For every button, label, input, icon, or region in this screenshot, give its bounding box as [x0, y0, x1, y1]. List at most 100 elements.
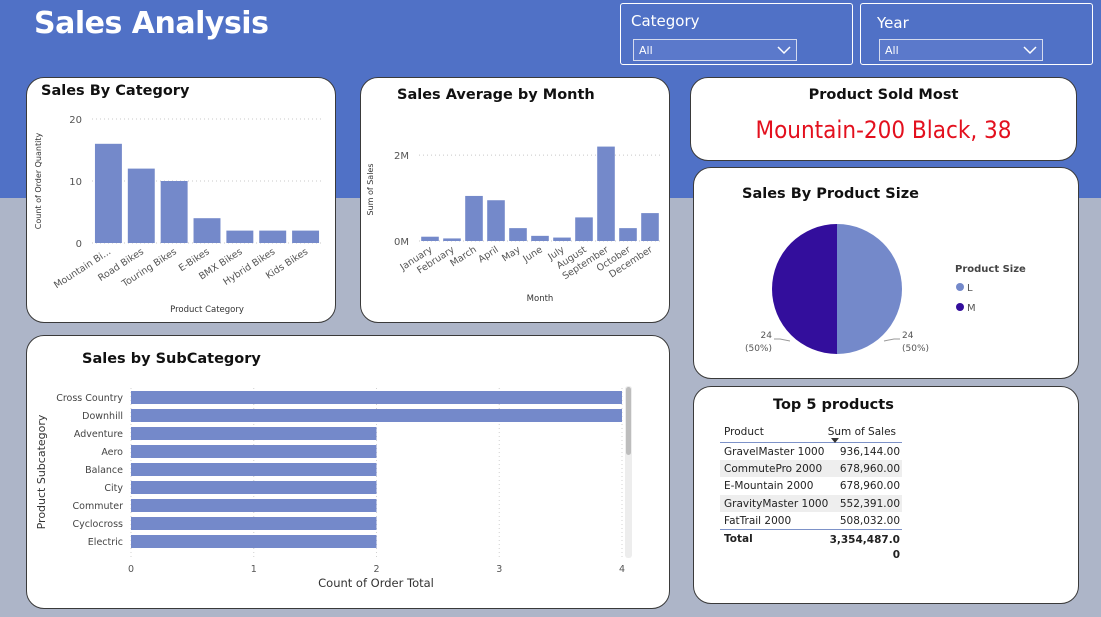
x-tick-label: May	[500, 244, 523, 264]
legend-marker	[956, 303, 964, 311]
table-cell-sales: 552,391.00	[839, 497, 900, 510]
pie-data-label: (50%)	[745, 344, 772, 354]
legend-title: Product Size	[955, 264, 1026, 275]
y-tick-label: Commuter	[73, 501, 124, 512]
x-tick-label: June	[520, 244, 544, 265]
x-tick-label: 2	[373, 564, 379, 575]
y-tick-label: 20	[69, 115, 82, 126]
y-tick-label: Balance	[85, 465, 123, 476]
pie-data-label: 24	[761, 331, 773, 341]
y-axis-title: Count of Order Quantity	[34, 133, 43, 230]
y-tick-label: Adventure	[74, 429, 123, 440]
x-tick-label: 1	[251, 564, 257, 575]
table-cell-product: FatTrail 2000	[724, 514, 792, 527]
x-tick-label: 3	[496, 564, 502, 575]
subcategory-bar	[131, 481, 377, 494]
month-bar	[619, 228, 637, 241]
y-axis-title: Product Subcategory	[35, 414, 48, 529]
subcategory-bar	[131, 391, 622, 404]
y-tick-label: Electric	[88, 537, 123, 548]
pie-slice-m	[772, 224, 837, 354]
month-bar	[597, 146, 615, 241]
category-dropdown[interactable]: All	[633, 39, 797, 61]
pie-slice-l	[837, 224, 902, 354]
table-cell-sales: 936,144.00	[839, 446, 900, 458]
scrollbar-thumb[interactable]	[626, 387, 631, 455]
sales-by-subcategory-card[interactable]: Sales by SubCategory 0 1 2 3 4 Cross Country D…	[26, 335, 670, 609]
sales-by-month-chart: 0M2MJanuaryFebruaryMarchApril MayJune July…	[366, 146, 661, 304]
category-bar	[160, 181, 188, 243]
category-bar	[259, 230, 287, 243]
y-tick-label: 2M	[394, 151, 409, 162]
top-products-title: Top 5 products	[773, 397, 894, 413]
table-cell-product: CommutePro 2000	[724, 463, 823, 476]
y-tick-label: Cyclocross	[72, 519, 123, 530]
table-cell-product: GravityMaster 1000	[724, 497, 829, 510]
category-bar	[193, 218, 221, 243]
x-tick-label: 4	[619, 564, 625, 575]
table-cell-product: GravelMaster 1000	[724, 446, 825, 458]
year-slicer-label: Year	[877, 14, 909, 32]
sales-by-month-card[interactable]: Sales Average by Month 0M 2M January Februa…	[360, 77, 670, 323]
table-row: GravelMaster 1000 936,144.00	[720, 443, 902, 460]
legend-marker	[956, 283, 964, 291]
table-row: CommutePro 2000 678,960.00	[720, 460, 902, 478]
table-row: GravityMaster 1000 552,391.00	[720, 494, 902, 512]
top-products-card[interactable]: Top 5 products Product Sum of Sales Grav…	[693, 386, 1079, 604]
subcategory-bar	[131, 463, 377, 476]
x-axis-title: Product Category	[170, 305, 244, 315]
year-dropdown-value: All	[885, 44, 899, 57]
column-header-product[interactable]: Product	[724, 426, 764, 438]
sales-by-size-card[interactable]: Sales By Product Size 24 (50%) 24 (50%) Prod…	[693, 167, 1079, 379]
y-axis-title: Sum of Sales	[366, 163, 375, 215]
category-bar	[292, 230, 320, 243]
y-tick-label: 10	[69, 177, 82, 188]
month-bar	[553, 237, 571, 241]
chevron-down-icon	[1023, 46, 1037, 55]
year-dropdown[interactable]: All	[879, 39, 1043, 61]
product-sold-most-title: Product Sold Most	[808, 87, 959, 103]
table-total-row: Total 3,354,487.0 0	[720, 528, 902, 561]
subcategory-bar	[131, 517, 377, 530]
month-bar	[509, 228, 527, 241]
x-axis-title: Count of Order Total	[318, 576, 434, 590]
table-total-label: Total	[724, 532, 753, 545]
table-row: FatTrail 2000 508,032.00	[720, 512, 902, 529]
top-products-table: Product Sum of Sales GravelMaster 1000 93…	[720, 421, 902, 561]
y-tick-label: 0M	[394, 237, 409, 248]
chevron-down-icon	[777, 46, 791, 55]
category-bar	[94, 143, 122, 243]
category-dropdown-value: All	[639, 44, 653, 57]
category-bar	[127, 168, 155, 243]
sales-by-subcategory-chart: 0 1 2 3 4 Cross Country Downhill Adventure Aero B…	[35, 386, 632, 590]
table-cell-product: E-Mountain 2000	[724, 480, 814, 493]
year-slicer: Year All	[860, 3, 1093, 65]
subcategory-bar	[131, 445, 377, 458]
month-bar	[575, 217, 593, 241]
table-header-row: Product Sum of Sales	[720, 421, 902, 443]
page-title: Sales Analysis	[34, 6, 269, 41]
month-bar	[487, 200, 505, 241]
pie-data-label: (50%)	[902, 344, 929, 354]
sales-by-category-card[interactable]: Sales By Category 0 10 20 Mountain Bi... Roa…	[26, 77, 336, 323]
month-bar	[641, 213, 659, 241]
subcategory-bar	[131, 535, 377, 548]
y-tick-label: Downhill	[82, 411, 123, 422]
sales-by-category-chart: 01020Mountain Bi...Road BikesTouring Bik…	[34, 115, 322, 315]
column-header-sum-of-sales[interactable]: Sum of Sales	[828, 426, 896, 438]
pie-leader-line	[774, 338, 791, 342]
x-tick-label: April	[476, 244, 500, 265]
table-cell-sales: 678,960.00	[839, 463, 900, 476]
pie-leader-line	[883, 338, 900, 342]
subcategory-bar	[131, 409, 622, 422]
y-tick-label: Cross Country	[56, 393, 123, 404]
x-axis-title: Month	[527, 294, 554, 304]
subcategory-bar	[131, 499, 377, 512]
month-bar	[465, 195, 483, 241]
pie-data-label: 24	[902, 331, 914, 341]
month-bar	[421, 236, 439, 241]
table-cell-sales: 678,960.00	[839, 480, 900, 493]
y-tick-label: Aero	[101, 447, 123, 458]
product-sold-most-card[interactable]: Product Sold Most Mountain-200 Black, 38	[690, 77, 1077, 161]
y-tick-label: City	[104, 483, 123, 494]
